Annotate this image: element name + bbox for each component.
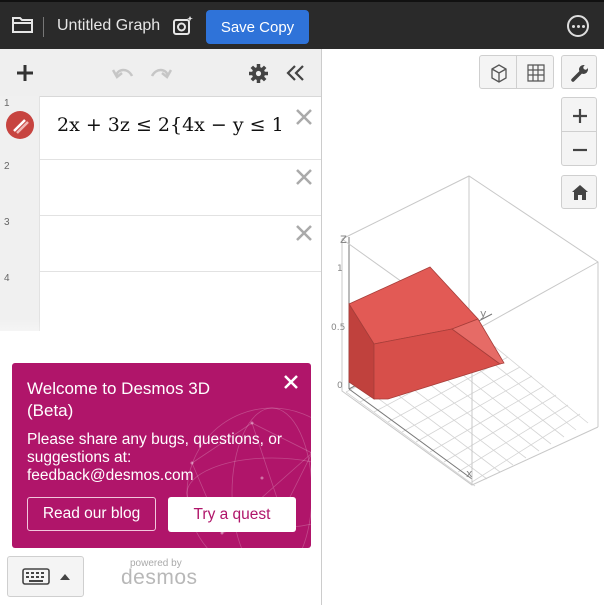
add-item-icon[interactable] (15, 63, 35, 83)
keyboard-icon (22, 568, 50, 585)
welcome-card: Welcome to Desmos 3D (Beta) Please share… (12, 363, 311, 548)
y-axis-label: y (480, 307, 487, 320)
3d-view-button[interactable] (479, 55, 517, 89)
keyboard-toggle-button[interactable] (7, 556, 84, 597)
undo-icon[interactable] (112, 64, 134, 80)
welcome-message: Please share any bugs, questions, or sug… (27, 431, 283, 484)
expression-row-2[interactable]: 2 (0, 159, 321, 216)
expression-toolbar (0, 49, 321, 97)
minus-icon (573, 148, 587, 152)
z-tick-label: 1 (337, 264, 343, 274)
desmos-logo: desmos (121, 566, 198, 589)
expression-number: 1 (4, 98, 10, 109)
delete-expression-icon[interactable] (294, 107, 314, 127)
cube-icon (491, 64, 507, 83)
folder-icon[interactable] (11, 15, 35, 35)
grid-icon (527, 64, 545, 82)
delete-expression-icon[interactable] (294, 167, 314, 187)
wrench-icon (571, 65, 588, 82)
zoom-out-button[interactable] (561, 131, 597, 166)
delete-expression-icon[interactable] (294, 223, 314, 243)
color-toggle-icon[interactable] (6, 111, 34, 139)
try-quest-button[interactable]: Try a quest (168, 497, 296, 532)
expression-number: 3 (4, 217, 10, 228)
graph-canvas[interactable]: z y x 1 0.5 0 (322, 49, 604, 605)
settings-gear-icon[interactable] (248, 63, 269, 84)
read-blog-button[interactable]: Read our blog (27, 497, 156, 531)
home-icon (572, 185, 588, 200)
expression-number: 4 (4, 273, 10, 284)
graph-settings-button[interactable] (561, 55, 597, 89)
z-axis-label: z (340, 232, 347, 247)
top-bar: Untitled Graph Save Copy (0, 0, 604, 49)
expression-gutter: 2 (0, 159, 40, 215)
expression-row-3[interactable]: 3 (0, 215, 321, 272)
expression-formula[interactable]: 2x + 3z ≤ 2{4x − y ≤ 1}{ (57, 114, 285, 136)
redo-icon[interactable] (150, 64, 172, 80)
home-view-button[interactable] (561, 175, 597, 209)
more-options-icon[interactable] (567, 15, 589, 37)
welcome-title: Welcome to Desmos 3D (Beta) (27, 379, 210, 420)
save-copy-button[interactable]: Save Copy (206, 10, 309, 44)
list-fade (0, 318, 321, 358)
close-welcome-icon[interactable] (283, 374, 299, 390)
title-divider (43, 17, 44, 37)
plus-icon (573, 109, 587, 123)
graph-title[interactable]: Untitled Graph (57, 17, 160, 35)
grid-view-button[interactable] (516, 55, 554, 89)
expression-row-1[interactable]: 1 2x + 3z ≤ 2{4x − y ≤ 1}{ (0, 96, 321, 160)
caret-up-icon (60, 574, 70, 580)
zoom-in-button[interactable] (561, 97, 597, 132)
z-tick-label: 0 (337, 381, 343, 391)
expression-panel: 1 2x + 3z ≤ 2{4x − y ≤ 1}{ 2 3 4 Welcome… (0, 49, 322, 605)
x-axis-label: x (466, 467, 473, 480)
expression-gutter: 3 (0, 215, 40, 271)
expression-number: 2 (4, 161, 10, 172)
screenshot-icon[interactable] (172, 15, 194, 37)
z-tick-label: 0.5 (331, 323, 345, 333)
collapse-panel-icon[interactable] (286, 64, 306, 82)
expression-gutter: 1 (0, 96, 40, 159)
